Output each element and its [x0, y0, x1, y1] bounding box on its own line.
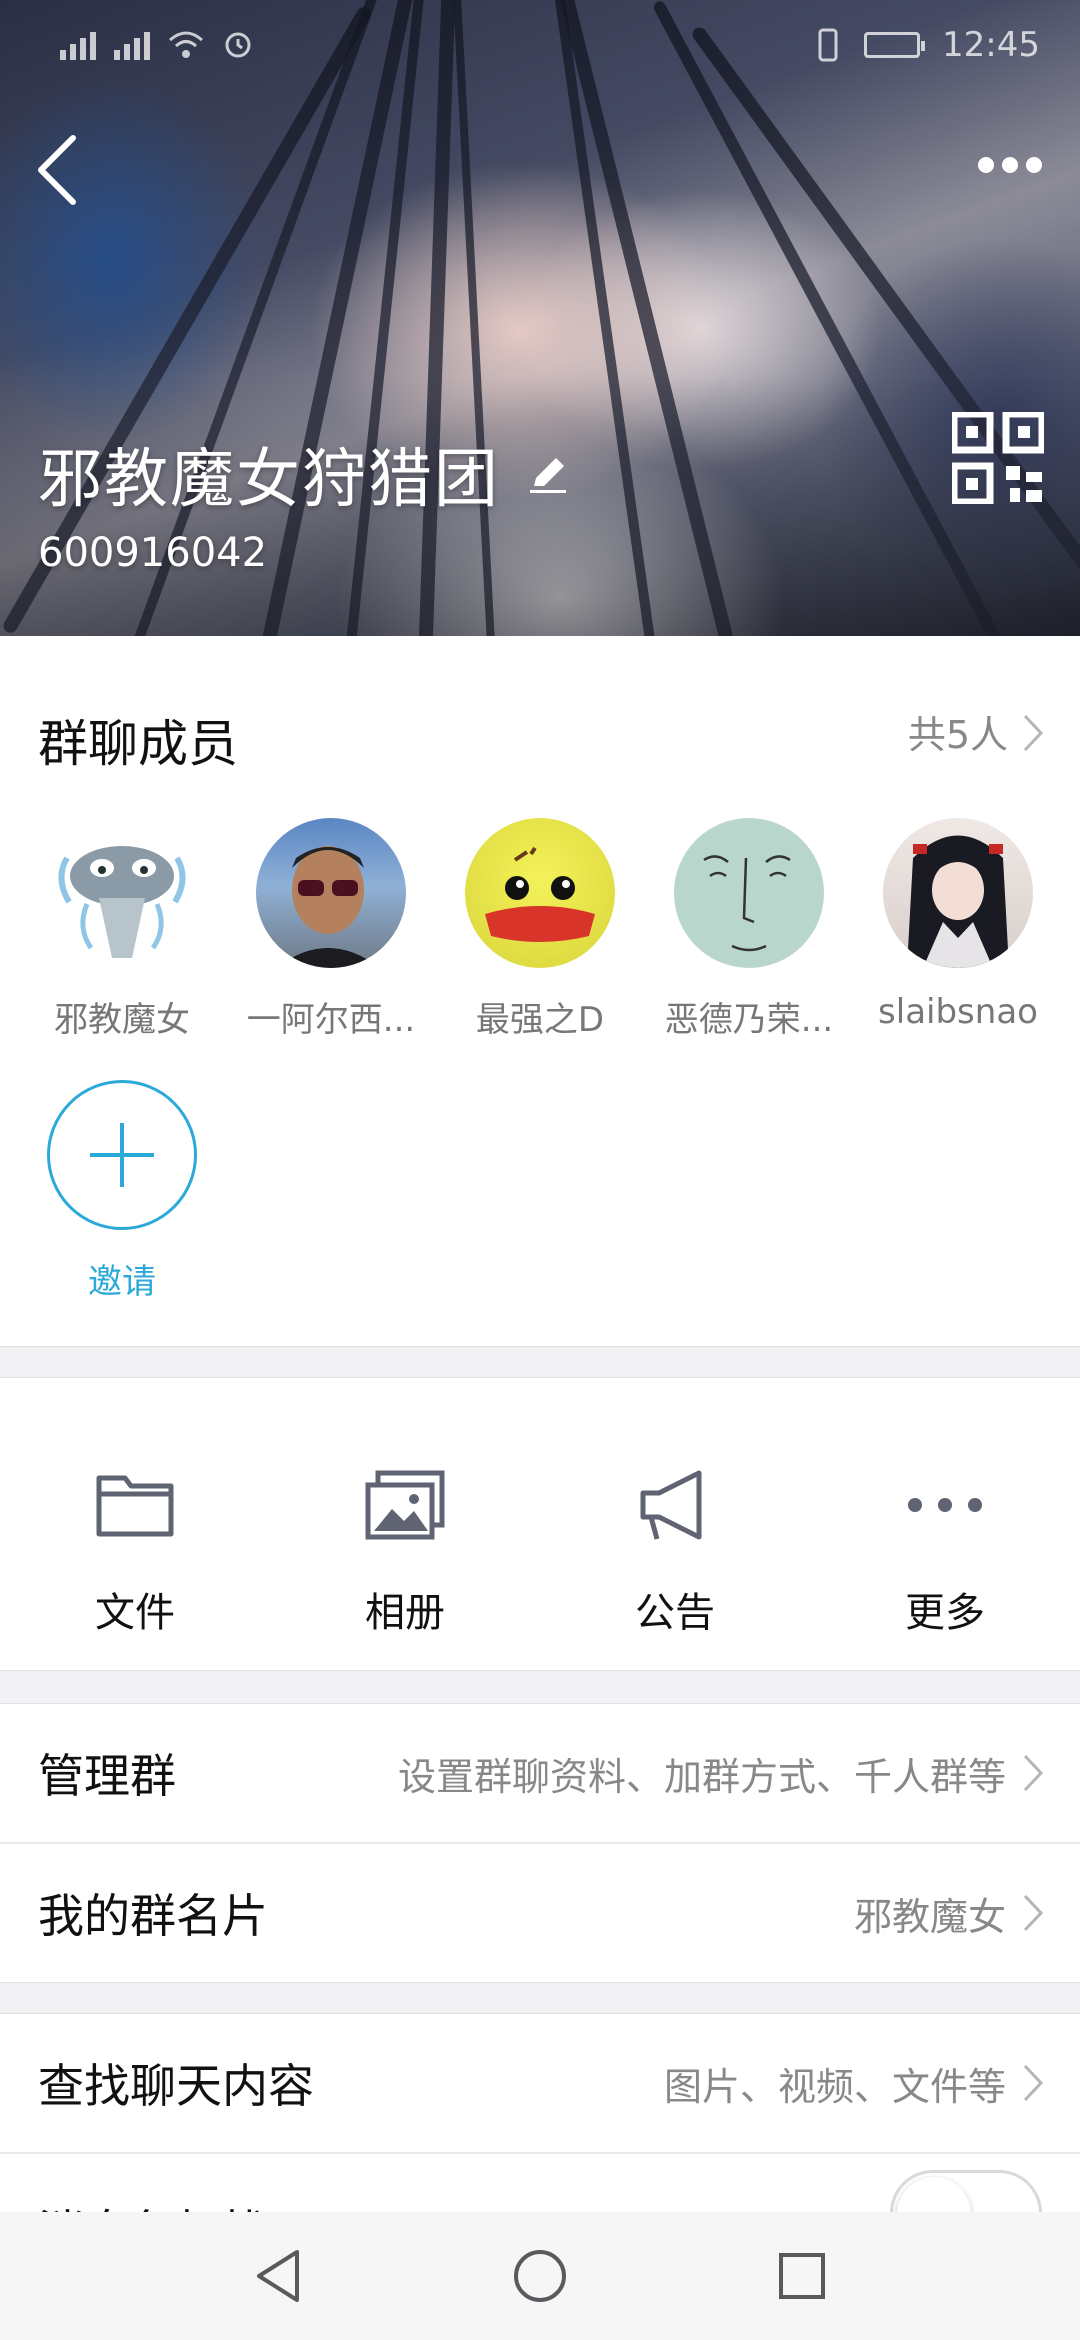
member-item[interactable]: 邪教魔女: [17, 818, 227, 1041]
chevron-right-icon: [1023, 1894, 1044, 1932]
megaphone-icon: [640, 1470, 702, 1540]
status-bar: 12:45: [0, 0, 1080, 90]
member-name: 最强之D: [475, 1000, 605, 1040]
row-label: 查找聊天内容: [38, 2059, 314, 2113]
back-chevron-icon: [38, 135, 76, 205]
section-separator: [0, 1346, 1080, 1378]
nav-recents-button[interactable]: [766, 2240, 838, 2312]
member-item[interactable]: slaibsnao: [853, 818, 1063, 1032]
group-cover-header: 12:45 邪教魔女狩猎团 600916042: [0, 0, 1080, 636]
members-section-header[interactable]: 群聊成员 共5人: [0, 636, 1080, 836]
battery-icon: [864, 32, 926, 58]
vibrate-icon: [818, 28, 838, 62]
row-value: 设置群聊资料、加群方式、千人群等: [397, 1754, 1006, 1799]
square-recents-icon: [779, 2253, 825, 2299]
search-chat-content-row[interactable]: 查找聊天内容 图片、视频、文件等: [0, 2014, 1080, 2152]
back-button[interactable]: [22, 130, 92, 210]
avatar: [256, 818, 406, 968]
yellow-cartoon-avatar-icon: [485, 846, 595, 942]
tool-files[interactable]: 文件: [0, 1378, 270, 1670]
more-dot-icon: [1002, 157, 1018, 173]
member-count-label: 共5人: [907, 713, 1008, 757]
tool-label: 更多: [905, 1590, 985, 1636]
nav-home-button[interactable]: [504, 2240, 576, 2312]
more-dot-icon: [978, 157, 994, 173]
triangle-back-icon: [257, 2250, 299, 2302]
section-separator: [0, 1670, 1080, 1704]
section-separator: [0, 1982, 1080, 2014]
member-name: 邪教魔女: [54, 1000, 190, 1040]
group-tools: 文件 相册 公告 更多: [0, 1378, 1080, 1670]
avatar: [883, 818, 1033, 968]
tool-more[interactable]: 更多: [810, 1378, 1080, 1670]
invite-member-button[interactable]: 邀请: [17, 1080, 227, 1303]
my-group-card-row[interactable]: 我的群名片 邪教魔女: [0, 1844, 1080, 1982]
qr-code-icon[interactable]: [952, 412, 1044, 504]
more-dots-icon: [908, 1498, 982, 1512]
chevron-right-icon: [1023, 2064, 1044, 2102]
plus-icon: [90, 1123, 154, 1187]
chevron-right-icon: [1023, 1754, 1044, 1792]
alarm-icon: [225, 32, 251, 58]
person-photo-avatar-icon: [276, 846, 380, 968]
member-name: 一阿尔西...: [246, 1000, 416, 1040]
wifi-icon: [169, 31, 203, 58]
chevron-right-icon: [1023, 714, 1044, 751]
row-value: 图片、视频、文件等: [663, 2064, 1006, 2109]
tool-label: 相册: [365, 1590, 445, 1636]
avatar: [674, 818, 824, 968]
sketch-face-avatar-icon: [703, 855, 791, 952]
members-title: 群聊成员: [38, 715, 238, 773]
member-name: slaibsnao: [878, 992, 1038, 1032]
row-label: 管理群: [38, 1749, 176, 1803]
row-label: 我的群名片: [38, 1889, 268, 1943]
system-nav-bar: [0, 2212, 1080, 2340]
group-name: 邪教魔女狩猎团: [38, 443, 500, 517]
circle-home-icon: [514, 2250, 566, 2302]
member-item[interactable]: 最强之D: [435, 818, 645, 1041]
tool-announcement[interactable]: 公告: [540, 1378, 810, 1670]
tool-label: 文件: [95, 1590, 175, 1636]
group-id: 600916042: [38, 530, 268, 576]
avatar: [47, 818, 197, 968]
status-time: 12:45: [942, 25, 1040, 65]
member-count[interactable]: 共5人: [908, 704, 1044, 759]
avatar: [465, 818, 615, 968]
anime-girl-avatar-icon: [907, 835, 1009, 968]
tool-label: 公告: [635, 1590, 715, 1636]
member-item[interactable]: 恶德乃荣...: [644, 818, 854, 1041]
invite-label: 邀请: [88, 1262, 156, 1302]
nav-back-button[interactable]: [242, 2240, 314, 2312]
edit-name-icon[interactable]: [526, 452, 570, 496]
album-icon: [365, 1470, 445, 1540]
manage-group-row[interactable]: 管理群 设置群聊资料、加群方式、千人群等: [0, 1704, 1080, 1842]
member-name: 恶德乃荣...: [664, 1000, 834, 1040]
cartoon-fish-avatar-icon: [58, 846, 186, 958]
folder-icon: [96, 1475, 174, 1537]
invite-avatar: [47, 1080, 197, 1230]
row-value: 邪教魔女: [853, 1894, 1006, 1939]
more-dot-icon: [1026, 157, 1042, 173]
member-item[interactable]: 一阿尔西...: [226, 818, 436, 1041]
signal-icon: [60, 32, 96, 60]
more-options-button[interactable]: [960, 130, 1060, 200]
signal-icon: [114, 32, 150, 60]
tool-album[interactable]: 相册: [270, 1378, 540, 1670]
